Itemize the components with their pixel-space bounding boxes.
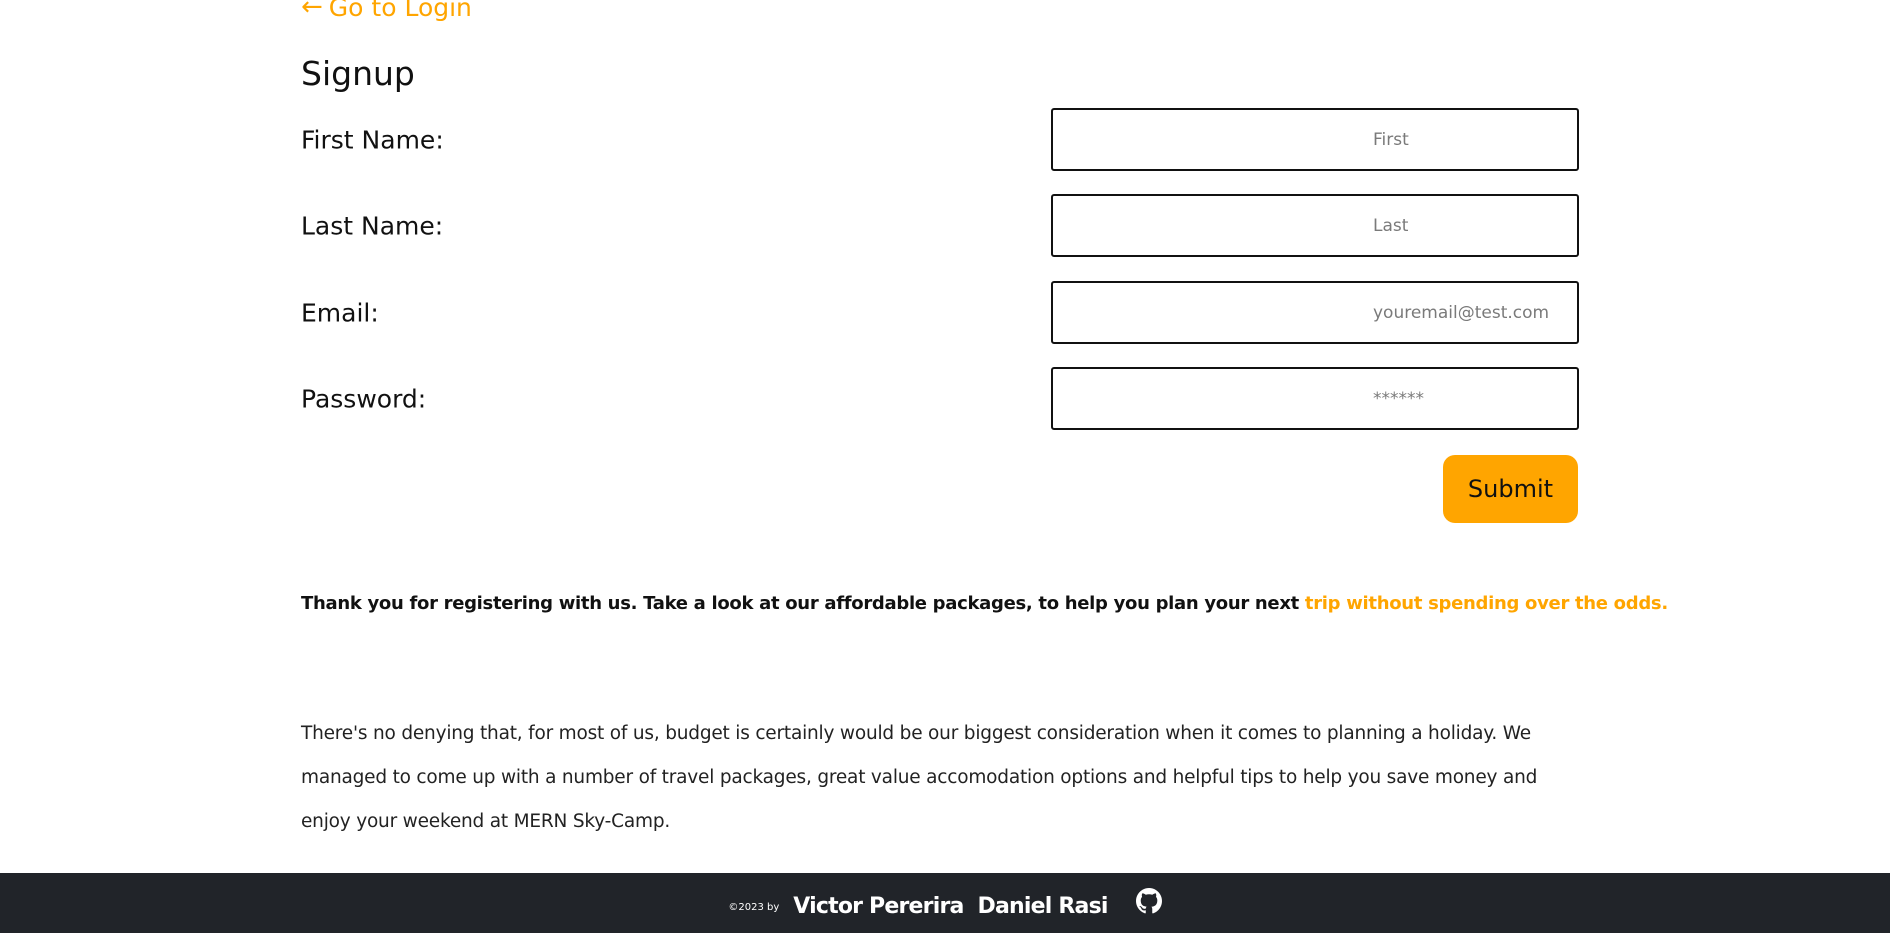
copyright-text: ©2023 by <box>728 901 780 913</box>
footer: ©2023 by Victor Pererira Daniel Rasi <box>0 873 1890 933</box>
password-label: Password: <box>301 384 427 413</box>
author-name[interactable]: Daniel Rasi <box>978 894 1109 919</box>
author-name[interactable]: Victor Pererira <box>793 894 964 919</box>
email-input[interactable] <box>1051 281 1579 344</box>
signup-page: ← Go to Login Signup First Name: Last Na… <box>0 0 1894 933</box>
first-name-input[interactable] <box>1051 108 1579 171</box>
thank-you-message: Thank you for registering with us. Take … <box>301 593 1668 614</box>
back-arrow-icon: ← <box>301 0 323 22</box>
thank-you-text: Thank you for registering with us. Take … <box>301 593 1305 614</box>
github-icon[interactable] <box>1135 888 1162 914</box>
last-name-label: Last Name: <box>301 211 444 240</box>
email-label: Email: <box>301 298 379 327</box>
first-name-label: First Name: <box>301 125 444 154</box>
page-title: Signup <box>301 54 415 93</box>
last-name-row: Last Name: <box>301 194 1579 257</box>
go-to-login-link[interactable]: ← Go to Login <box>301 0 472 22</box>
first-name-row: First Name: <box>301 108 1579 171</box>
email-row: Email: <box>301 281 1579 344</box>
about-paragraph: There's no denying that, for most of us,… <box>301 723 1538 832</box>
submit-button[interactable]: Submit <box>1443 455 1578 523</box>
password-input[interactable] <box>1051 367 1579 430</box>
last-name-input[interactable] <box>1051 194 1579 257</box>
thank-you-highlight: trip without spending over the odds. <box>1304 593 1668 614</box>
go-to-login-label: Go to Login <box>328 0 472 22</box>
password-row: Password: <box>301 367 1579 430</box>
